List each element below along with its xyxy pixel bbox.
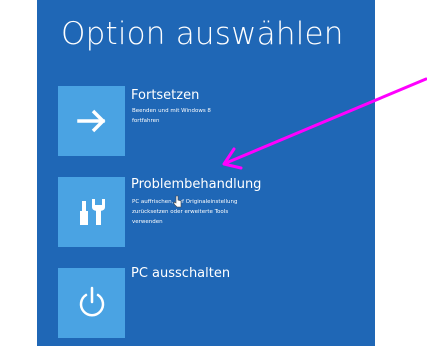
annotation-arrow (222, 77, 427, 170)
screenshot-stage: Option auswählen Fortsetzen Beenden und … (0, 0, 427, 346)
